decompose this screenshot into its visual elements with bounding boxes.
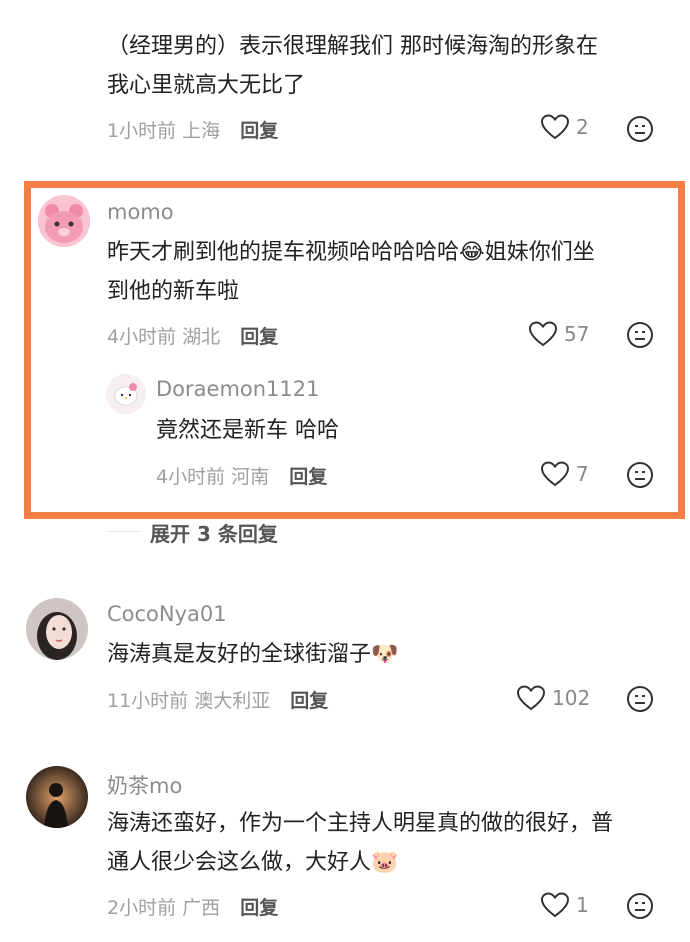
avatar[interactable] (26, 598, 88, 660)
heart-outline-icon (540, 460, 570, 488)
neutral-face-icon[interactable] (626, 321, 654, 349)
comment-text-line: 海涛还蛮好，作为一个主持人明星真的做的很好，普 (107, 811, 614, 836)
comment-location: 湖北 (182, 326, 221, 348)
expand-replies-button[interactable]: 展开 3 条回复 (150, 518, 278, 547)
comment-meta: 11小时前 澳大利亚 回复 (107, 686, 328, 713)
comment-meta: 4小时前 河南 回复 (156, 462, 327, 489)
comment-text-line: 海涛真是友好的全球街溜子🐶 (107, 642, 399, 667)
avatar[interactable] (106, 374, 146, 414)
username[interactable]: CocoNya01 (107, 602, 227, 626)
comment-location: 广西 (182, 897, 221, 919)
username[interactable]: Doraemon1121 (156, 377, 320, 401)
comment-time: 11小时前 (107, 690, 189, 712)
reply-button[interactable]: 回复 (240, 326, 278, 348)
like-button[interactable]: 7 (540, 460, 589, 488)
heart-outline-icon (528, 320, 558, 348)
comment-text-line: 到他的新车啦 (107, 279, 240, 304)
reply-button[interactable]: 回复 (290, 690, 328, 712)
like-count: 102 (552, 686, 591, 710)
comment-meta: 4小时前 湖北 回复 (107, 322, 278, 349)
comment-text-line: 我心里就高大无比了 (107, 73, 306, 98)
avatar[interactable] (38, 195, 90, 247)
neutral-face-icon[interactable] (626, 892, 654, 920)
comment-time: 4小时前 (156, 466, 226, 488)
comment-meta: 2小时前 广西 回复 (107, 893, 278, 920)
like-count: 1 (576, 893, 589, 917)
comment-time: 1小时前 (107, 120, 177, 142)
heart-outline-icon (516, 684, 546, 712)
comment-text-line: 通人很少会这么做，大好人🐷 (107, 850, 399, 875)
reply-button[interactable]: 回复 (240, 120, 278, 142)
comment-meta: 1小时前 上海 回复 (107, 116, 278, 143)
like-count: 57 (564, 322, 590, 346)
like-button[interactable]: 1 (540, 891, 589, 919)
like-button[interactable]: 102 (516, 684, 590, 712)
comment-text-cutoff: … (107, 0, 129, 4)
like-count: 2 (576, 115, 589, 139)
comment-location: 澳大利亚 (194, 690, 271, 712)
divider (107, 531, 141, 532)
comment-location: 河南 (231, 466, 270, 488)
username[interactable]: 奶茶mo (107, 770, 182, 800)
reply-button[interactable]: 回复 (240, 897, 278, 919)
neutral-face-icon[interactable] (626, 115, 654, 143)
like-button[interactable]: 2 (540, 113, 589, 141)
heart-outline-icon (540, 113, 570, 141)
comment-time: 4小时前 (107, 326, 177, 348)
reply-text: 竟然还是新车 哈哈 (156, 418, 339, 443)
username[interactable]: momo (107, 200, 174, 224)
avatar[interactable] (26, 766, 88, 828)
comment-time: 2小时前 (107, 897, 177, 919)
like-button[interactable]: 57 (528, 320, 589, 348)
comment-location: 上海 (182, 120, 221, 142)
neutral-face-icon[interactable] (626, 461, 654, 489)
heart-outline-icon (540, 891, 570, 919)
comment-text-line: 昨天才刷到他的提车视频哈哈哈哈哈😂姐妹你们坐 (107, 240, 595, 265)
like-count: 7 (576, 462, 589, 486)
reply-button[interactable]: 回复 (289, 466, 327, 488)
neutral-face-icon[interactable] (626, 685, 654, 713)
comment-text-line: （经理男的）表示很理解我们 那时候海淘的形象在 (107, 34, 598, 59)
